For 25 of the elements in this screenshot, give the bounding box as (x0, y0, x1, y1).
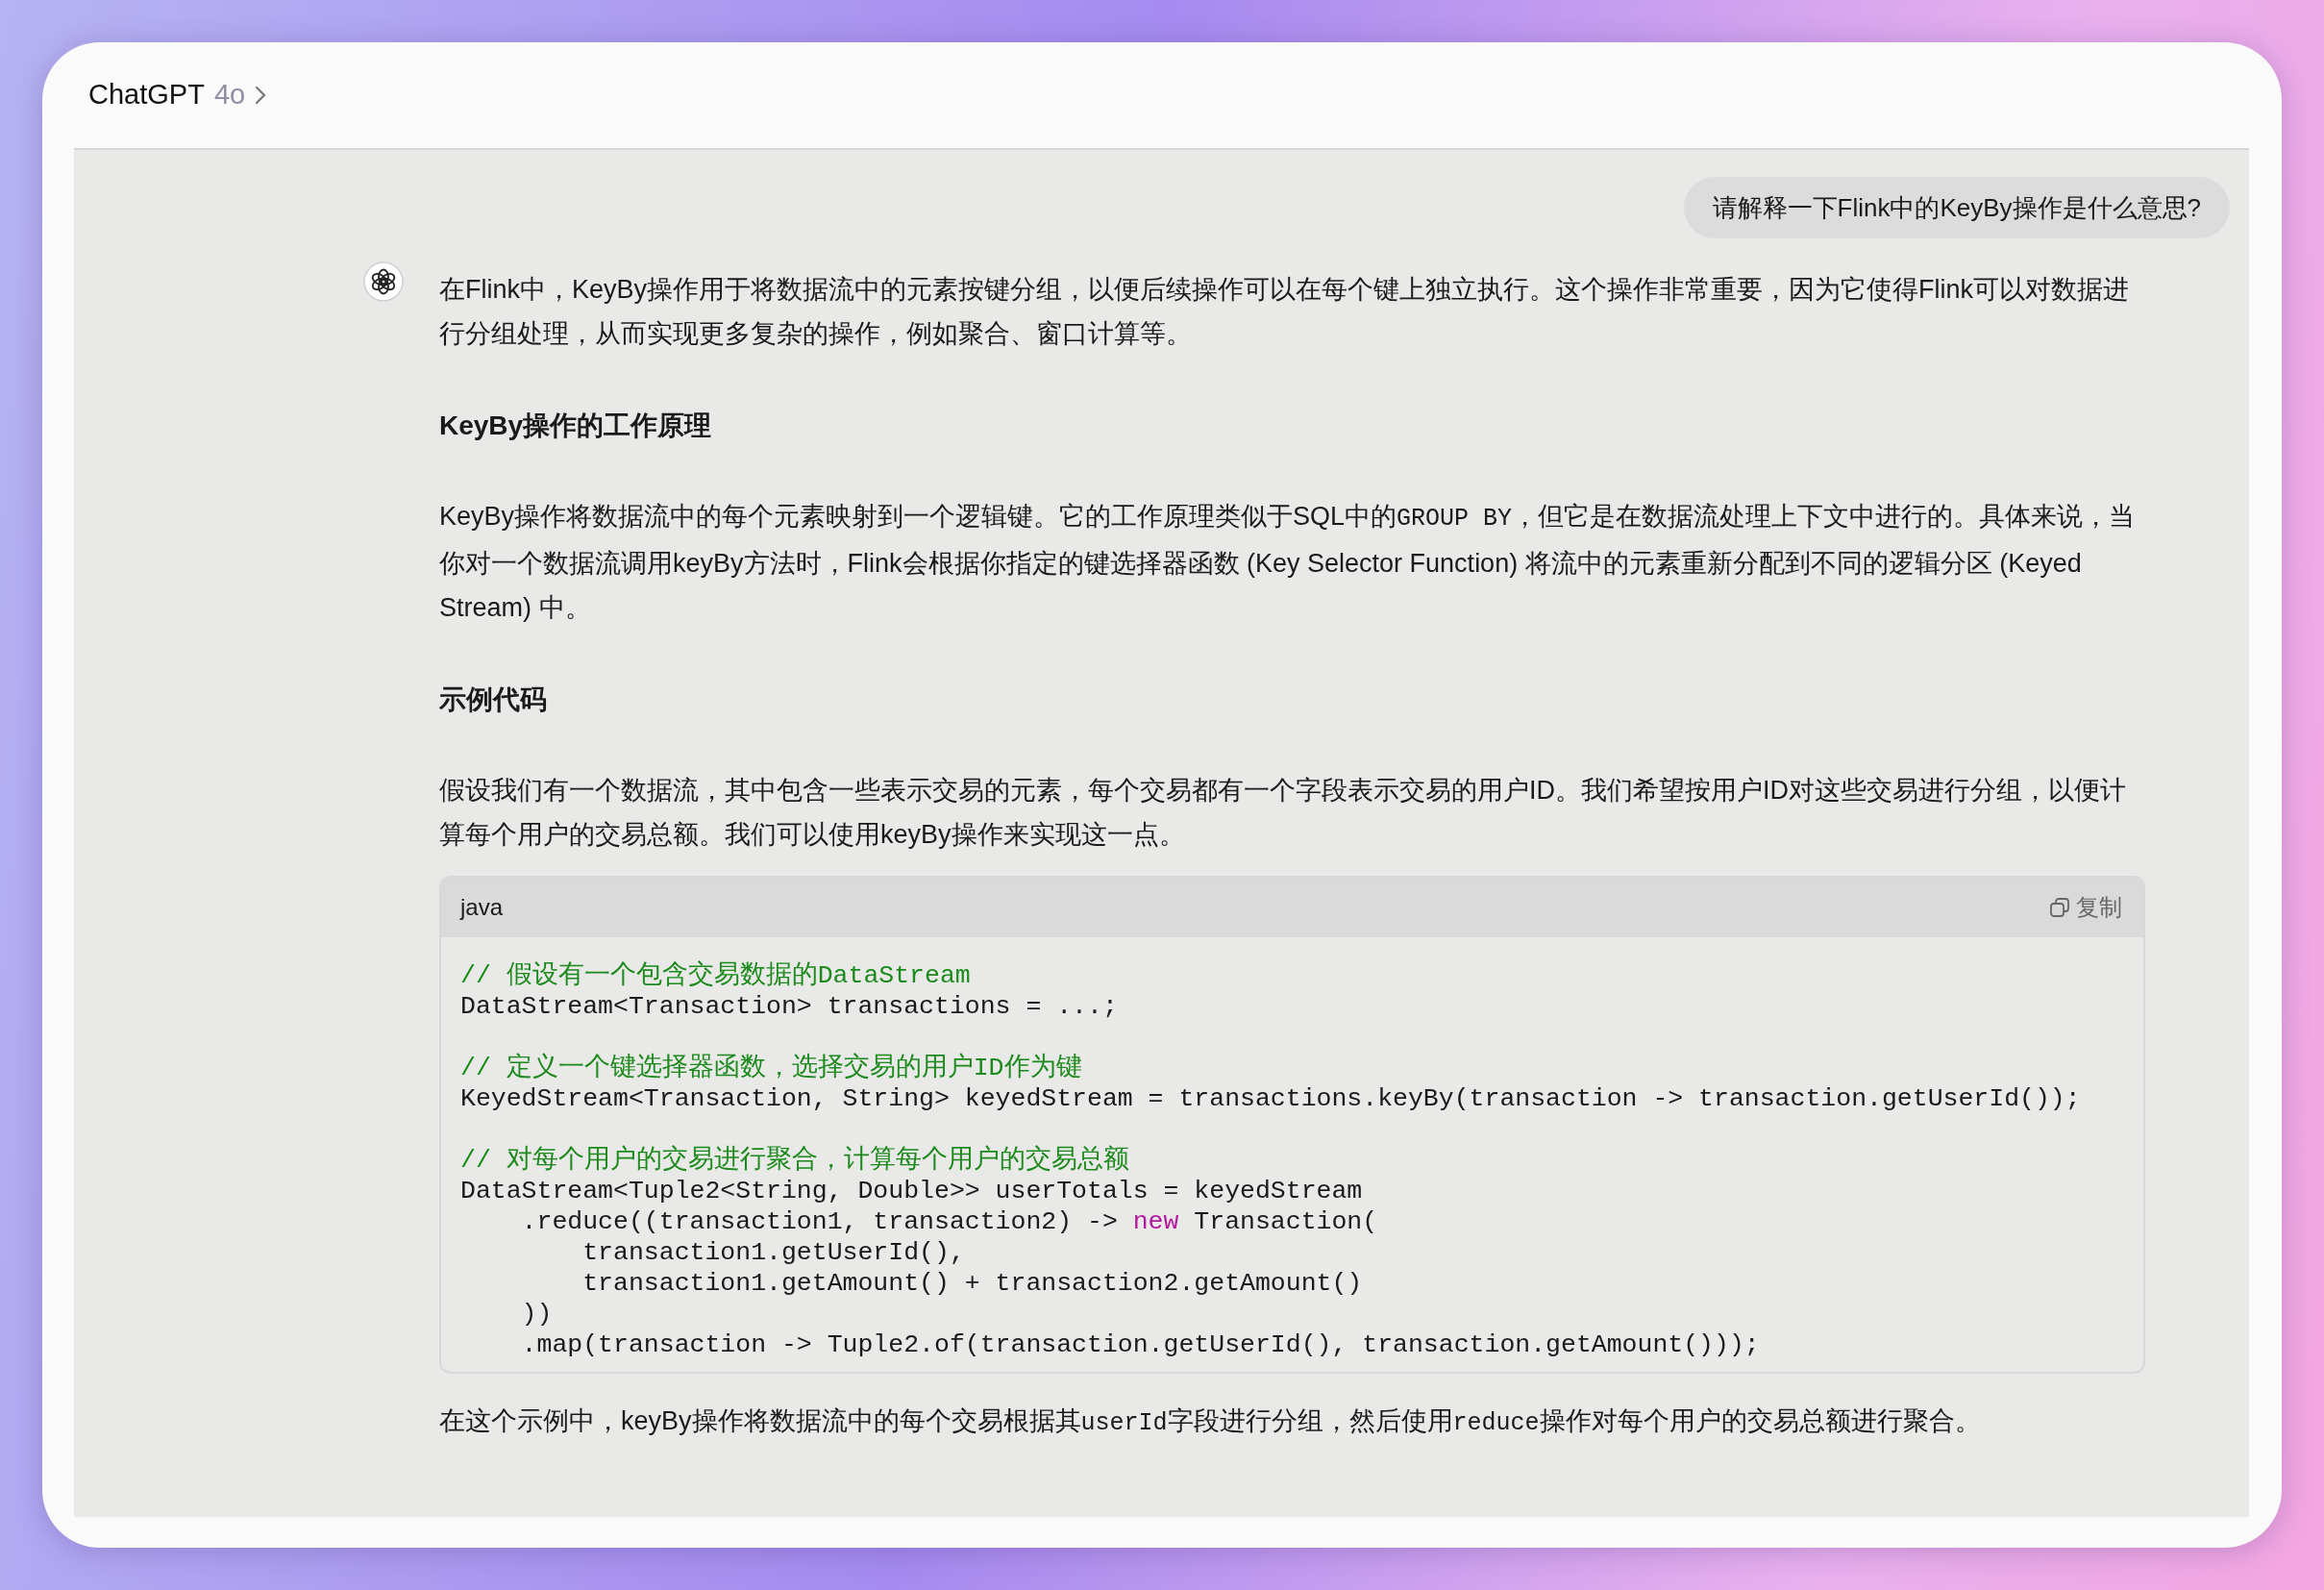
code-line: DataStream<Transaction> transactions = ...; (460, 991, 1119, 1022)
code-line: .reduce((transaction1, transaction2) -> new Transaction( (520, 1206, 1379, 1237)
section-heading: KeyBy操作的工作原理 (439, 410, 713, 442)
code-line: // 对每个用户的交易进行聚合，计算每个用户的交易总额 (460, 1145, 1130, 1176)
user-message: 请解释一下Flink中的KeyBy操作是什么意思? (1683, 177, 2230, 238)
code-line: )) (520, 1299, 554, 1329)
code-line: .map(transaction -> Tuple2.of(transaction.getUserId(), transaction.getAmount())); (520, 1329, 1761, 1360)
paragraph: 在Flink中，KeyBy操作用于将数据流中的元素按键分组，以便后续操作可以在每个键上独立执行。这个操作非常重要，因为它使得Flink可以对数据进行分组处理，从而实现更多复杂的操作，例如聚合、窗口计算等。 (439, 274, 2131, 350)
code-language-label: java (460, 893, 504, 922)
chevron-icon (255, 86, 267, 105)
paragraph: 在这个示例中，keyBy操作将数据流中的每个交易根据其userId字段进行分组，然后使用reduce操作对每个用户的交易总额进行聚合。 (439, 1405, 1982, 1439)
code-line: DataStream<Tuple2<String, Double>> userTotals = keyedStream (460, 1176, 1364, 1206)
code-line: // 定义一个键选择器函数，选择交易的用户ID作为键 (460, 1053, 1083, 1083)
paragraph: 假设我们有一个数据流，其中包含一些表示交易的元素，每个交易都有一个字段表示交易的用户ID。我们希望按用户ID对这些交易进行分组，以便计算每个用户的交易总额。我们可以使用keyBy操作来实现这一点。 (439, 775, 2127, 851)
code-line: // 假设有一个包含交易数据的DataStream (460, 960, 972, 991)
swirl-icon (363, 261, 404, 302)
code-line: transaction1.getAmount() + transaction2.getAmount() (581, 1268, 1364, 1299)
paragraph: KeyBy操作将数据流中的每个元素映射到一个逻辑键。它的工作原理类似于SQL中的GROUP BY，但它是在数据流处理上下文中进行的。具体来说，当你对一个数据流调用keyBy方法时，Flink会根据你指定的键选择器函数 (Key Selector Function) 将流中的元素重新分配到不同的逻辑分区 (Keyed Stream) 中。 (439, 501, 2137, 624)
model-selector[interactable]: 4o (213, 74, 246, 116)
section-heading: 示例代码 (439, 683, 548, 716)
copy-icon (2049, 897, 2070, 918)
code-line: transaction1.getUserId(), (581, 1237, 966, 1268)
copy-button[interactable]: 复制 (2049, 890, 2122, 925)
code-line: KeyedStream<Transaction, String> keyedStream = transactions.keyBy(transaction -> transaction.getUserId()); (460, 1083, 2082, 1114)
app-title: ChatGPT (88, 78, 205, 112)
